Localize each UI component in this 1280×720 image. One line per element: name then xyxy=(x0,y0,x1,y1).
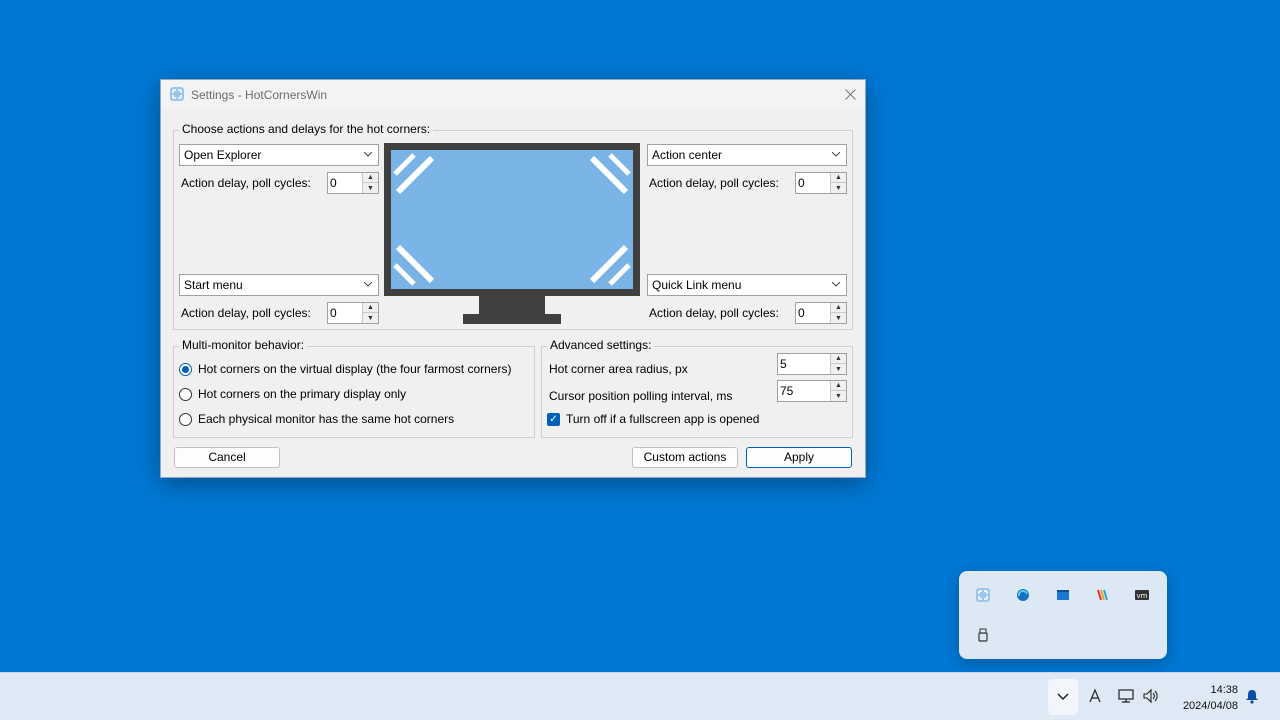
edge-icon[interactable] xyxy=(1015,587,1031,603)
bottom-right-delay-spinner[interactable]: 0 ▲ ▼ xyxy=(795,302,847,324)
bottom-left-action-value: Start menu xyxy=(184,278,243,292)
custom-actions-button[interactable]: Custom actions xyxy=(632,447,738,468)
spin-down-icon[interactable]: ▼ xyxy=(362,183,378,193)
spin-up-icon[interactable]: ▲ xyxy=(362,303,378,313)
radio-virtual-display-label: Hot corners on the virtual display (the … xyxy=(198,362,512,376)
spin-up-icon[interactable]: ▲ xyxy=(830,354,846,364)
spin-up-icon[interactable]: ▲ xyxy=(362,173,378,183)
chevron-down-icon xyxy=(832,282,840,287)
bottom-left-delay-value: 0 xyxy=(330,306,337,320)
usb-icon[interactable] xyxy=(975,627,991,643)
top-right-delay-value: 0 xyxy=(798,176,805,190)
spin-up-icon[interactable]: ▲ xyxy=(830,173,846,183)
terminal-icon[interactable] xyxy=(1055,587,1071,603)
close-icon xyxy=(844,89,856,100)
top-right-delay-spinner[interactable]: 0 ▲ ▼ xyxy=(795,172,847,194)
corners-group-label: Choose actions and delays for the hot co… xyxy=(179,122,434,136)
settings-dialog: Settings - HotCornersWin Choose actions … xyxy=(160,79,866,478)
spin-down-icon[interactable]: ▼ xyxy=(830,391,846,401)
svg-text:vm: vm xyxy=(1137,592,1148,600)
bottom-right-delay-label: Action delay, poll cycles: xyxy=(649,306,779,320)
radio-button-selected[interactable] xyxy=(179,362,192,376)
radio-primary-display[interactable]: Hot corners on the primary display only xyxy=(179,387,406,401)
radio-button[interactable] xyxy=(179,387,192,401)
clock[interactable]: 14:38 2024/04/08 xyxy=(1170,682,1238,714)
radius-label: Hot corner area radius, px xyxy=(549,362,688,376)
bottom-left-delay-label: Action delay, poll cycles: xyxy=(181,306,311,320)
spin-down-icon[interactable]: ▼ xyxy=(830,313,846,323)
checkbox-checked-icon[interactable]: ✓ xyxy=(547,412,560,426)
top-left-delay-spinner[interactable]: 0 ▲ ▼ xyxy=(327,172,379,194)
top-right-action-select[interactable]: Action center xyxy=(647,144,847,166)
top-left-action-value: Open Explorer xyxy=(184,148,262,162)
bottom-left-delay-spinner[interactable]: 0 ▲ ▼ xyxy=(327,302,379,324)
vm-icon[interactable]: vm xyxy=(1134,587,1150,603)
chevron-down-icon xyxy=(364,282,372,287)
volume-icon[interactable] xyxy=(1142,687,1160,705)
title-bar[interactable]: Settings - HotCornersWin xyxy=(161,80,865,109)
radio-primary-display-label: Hot corners on the primary display only xyxy=(198,387,407,401)
notification-bell-icon[interactable] xyxy=(1243,687,1261,705)
spin-up-icon[interactable]: ▲ xyxy=(830,303,846,313)
radio-button[interactable] xyxy=(179,412,192,426)
spin-up-icon[interactable]: ▲ xyxy=(830,381,846,391)
cancel-button[interactable]: Cancel xyxy=(174,447,280,468)
interval-label: Cursor position polling interval, ms xyxy=(549,389,733,403)
chevron-down-icon xyxy=(832,152,840,157)
fullscreen-checkbox-label: Turn off if a fullscreen app is opened xyxy=(566,412,760,426)
radio-each-monitor[interactable]: Each physical monitor has the same hot c… xyxy=(179,412,454,426)
radius-value: 5 xyxy=(780,357,787,371)
spin-down-icon[interactable]: ▼ xyxy=(830,364,846,374)
ime-a-icon[interactable] xyxy=(1086,687,1104,705)
advanced-label: Advanced settings: xyxy=(547,338,655,352)
bottom-right-action-select[interactable]: Quick Link menu xyxy=(647,274,847,296)
interval-spinner[interactable]: 75 ▲ ▼ xyxy=(777,380,847,402)
bottom-right-action-value: Quick Link menu xyxy=(652,278,742,292)
stripes-icon[interactable] xyxy=(1095,587,1111,603)
top-right-action-value: Action center xyxy=(652,148,723,162)
hotcorners-icon[interactable] xyxy=(975,587,991,603)
interval-value: 75 xyxy=(780,384,794,398)
tray-overflow-popup: vm xyxy=(959,571,1167,659)
hotcorners-app-icon xyxy=(170,87,184,101)
radio-virtual-display[interactable]: Hot corners on the virtual display (the … xyxy=(179,362,511,376)
radius-spinner[interactable]: 5 ▲ ▼ xyxy=(777,353,847,375)
close-button[interactable] xyxy=(835,80,865,109)
top-left-delay-label: Action delay, poll cycles: xyxy=(181,176,311,190)
spin-down-icon[interactable]: ▼ xyxy=(362,313,378,323)
bottom-right-delay-value: 0 xyxy=(798,306,805,320)
network-icon[interactable] xyxy=(1117,687,1135,705)
monitor-illustration xyxy=(384,143,640,324)
top-left-action-select[interactable]: Open Explorer xyxy=(179,144,379,166)
show-hidden-icons-button[interactable] xyxy=(1048,679,1078,715)
multi-monitor-label: Multi-monitor behavior: xyxy=(179,338,308,352)
top-left-delay-value: 0 xyxy=(330,176,337,190)
chevron-down-icon xyxy=(364,152,372,157)
spin-down-icon[interactable]: ▼ xyxy=(830,183,846,193)
apply-button[interactable]: Apply xyxy=(746,447,852,468)
clock-date: 2024/04/08 xyxy=(1182,700,1238,712)
clock-time: 14:38 xyxy=(1210,684,1238,696)
fullscreen-checkbox-row[interactable]: ✓ Turn off if a fullscreen app is opened xyxy=(547,412,759,426)
chevron-down-icon xyxy=(1057,693,1069,701)
dialog-title: Settings - HotCornersWin xyxy=(191,88,328,102)
taskbar: 14:38 2024/04/08 xyxy=(0,672,1280,720)
top-right-delay-label: Action delay, poll cycles: xyxy=(649,176,779,190)
bottom-left-action-select[interactable]: Start menu xyxy=(179,274,379,296)
radio-each-monitor-label: Each physical monitor has the same hot c… xyxy=(198,412,455,426)
